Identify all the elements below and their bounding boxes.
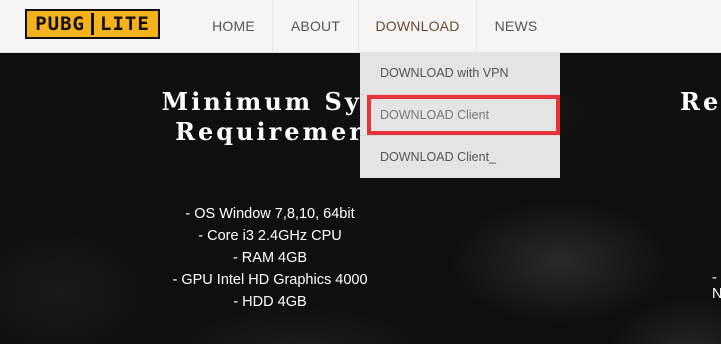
requirement-cpu: - Core i3 2.4GHz CPU	[198, 228, 342, 244]
recommended-requirements-heading: Re	[680, 87, 721, 116]
logo-text-right: LITE	[100, 13, 150, 35]
dropdown-download-with-vpn[interactable]: DOWNLOAD with VPN	[360, 52, 560, 94]
requirement-gpu: - GPU Intel HD Graphics 4000	[172, 272, 368, 288]
requirement-ram: - RAM 4GB	[232, 250, 308, 266]
logo-divider	[91, 13, 94, 35]
nav-news[interactable]: NEWS	[477, 0, 555, 52]
nav-download[interactable]: DOWNLOAD	[359, 0, 477, 52]
site-header: PUBG LITE HOME ABOUT DOWNLOAD NEWS	[0, 0, 721, 53]
dropdown-download-client-alt[interactable]: DOWNLOAD Client_	[360, 136, 560, 178]
main-nav: HOME ABOUT DOWNLOAD NEWS	[195, 0, 555, 52]
pubg-lite-logo[interactable]: PUBG LITE	[25, 9, 160, 39]
requirement-os: - OS Window 7,8,10, 64bit	[185, 206, 355, 222]
requirement-hdd: - HDD 4GB	[233, 294, 307, 310]
nav-about[interactable]: ABOUT	[273, 0, 359, 52]
nav-home[interactable]: HOME	[195, 0, 273, 52]
logo-text-left: PUBG	[35, 13, 85, 35]
dropdown-download-client[interactable]: DOWNLOAD Client	[360, 94, 560, 136]
recommended-requirement-fragment: - N	[712, 270, 721, 302]
download-dropdown-menu: DOWNLOAD with VPN DOWNLOAD Client DOWNLO…	[360, 52, 560, 178]
minimum-requirements-list: - OS Window 7,8,10, 64bit - Core i3 2.4G…	[150, 203, 390, 313]
